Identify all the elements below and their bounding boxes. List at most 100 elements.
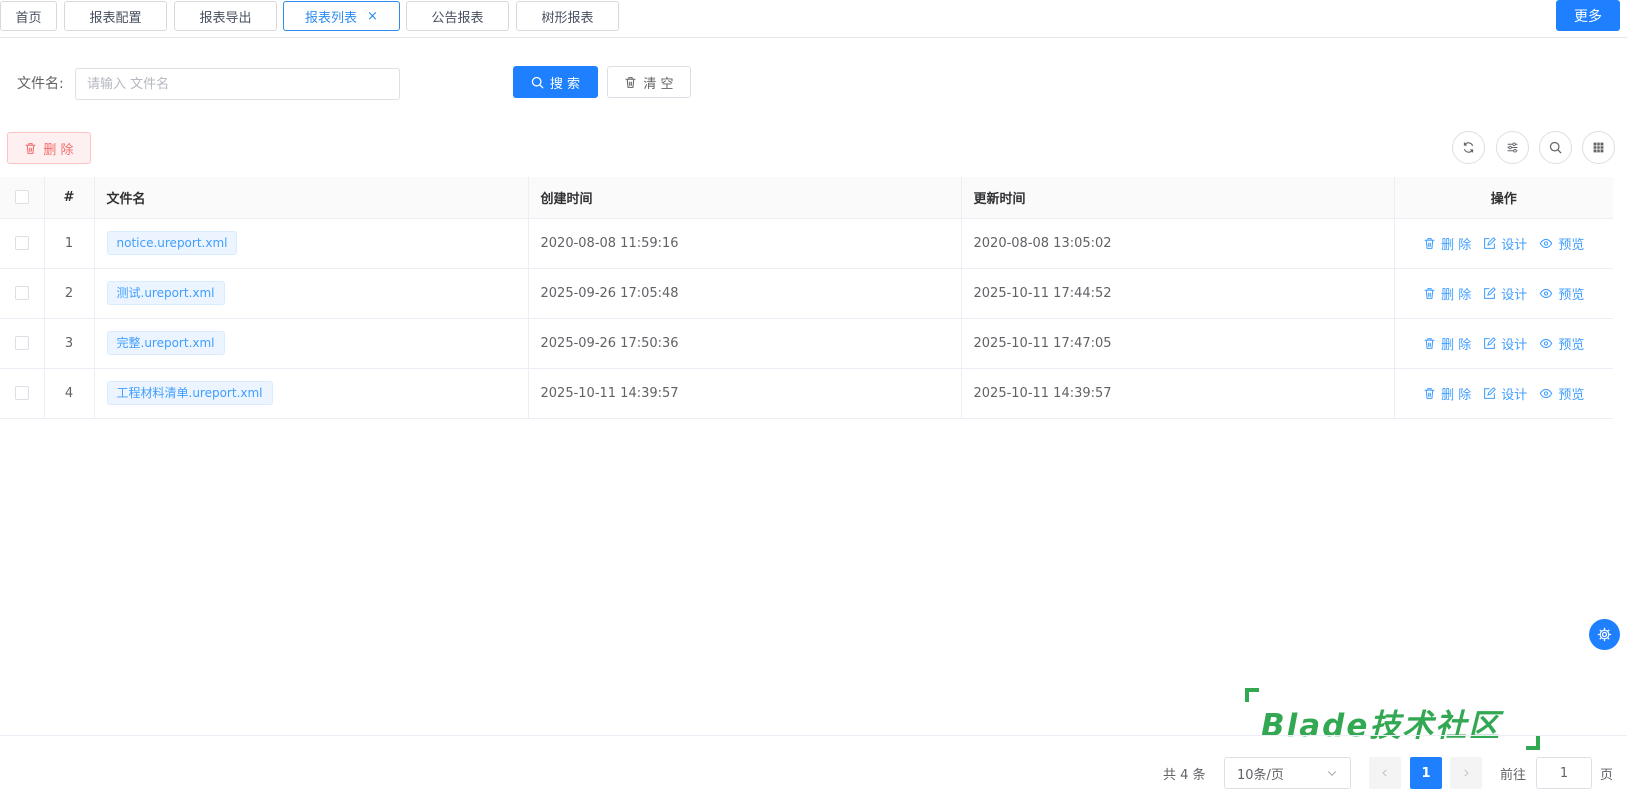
row-select-cell (0, 268, 45, 319)
design-action-label: 设计 (1501, 387, 1528, 403)
goto-page-input[interactable] (1536, 757, 1592, 789)
preview-action[interactable]: 预览 (1539, 284, 1584, 303)
filter-settings-button[interactable] (1496, 131, 1529, 164)
select-all-checkbox[interactable] (14, 190, 29, 205)
row-created: 2025-09-26 17:50:36 (528, 318, 962, 369)
more-button[interactable]: 更多 (1556, 0, 1620, 31)
tab-report-list[interactable]: 报表列表 × (283, 1, 400, 31)
design-action[interactable]: 设计 (1483, 384, 1527, 403)
row-actions-cell: 删 除 设计 预览 (1394, 268, 1613, 319)
gear-icon (1597, 627, 1612, 642)
search-button-label: 搜 索 (549, 76, 581, 92)
row-checkbox[interactable] (14, 336, 29, 350)
row-select-cell (0, 218, 45, 269)
tab-home[interactable]: 首页 (0, 1, 57, 31)
delete-action[interactable]: 删 除 (1423, 234, 1471, 253)
file-name-label: 文件名: (17, 76, 64, 92)
tab-label: 树形报表 (541, 10, 594, 26)
preview-action[interactable]: 预览 (1539, 234, 1584, 253)
search-button[interactable]: 搜 索 (513, 66, 598, 98)
row-created: 2025-10-11 14:39:57 (528, 368, 962, 419)
preview-action[interactable]: 预览 (1539, 334, 1584, 353)
table-row: 2 测试.ureport.xml 2025-09-26 17:05:48 202… (0, 268, 1613, 319)
filter-settings-icon (1507, 142, 1518, 153)
delete-action-label: 删 除 (1441, 287, 1472, 303)
edit-icon (1484, 236, 1497, 249)
file-name-input[interactable] (75, 68, 400, 100)
delete-action[interactable]: 删 除 (1423, 284, 1471, 303)
select-all-cell (0, 177, 45, 219)
row-select-cell (0, 318, 45, 369)
col-index-header: # (44, 177, 95, 219)
table-row: 1 notice.ureport.xml 2020-08-08 11:59:16… (0, 218, 1613, 269)
delete-action[interactable]: 删 除 (1423, 384, 1471, 403)
blade-watermark-logo: Blade技术社区 (1245, 688, 1540, 750)
design-action-label: 设计 (1501, 337, 1528, 353)
row-checkbox[interactable] (14, 386, 29, 400)
design-action[interactable]: 设计 (1483, 284, 1527, 303)
edit-icon (1484, 336, 1497, 349)
col-file-header: 文件名 (94, 177, 529, 219)
clear-button-label: 清 空 (643, 76, 674, 92)
tab-report-export[interactable]: 报表导出 (174, 1, 277, 31)
preview-action-label: 预览 (1558, 237, 1585, 253)
row-file-cell: 测试.ureport.xml (94, 268, 529, 319)
trash-icon (626, 76, 636, 88)
file-name-tag[interactable]: 测试.ureport.xml (106, 281, 225, 305)
design-action[interactable]: 设计 (1483, 334, 1527, 353)
preview-action-label: 预览 (1558, 337, 1585, 353)
delete-action-label: 删 除 (1441, 337, 1472, 353)
chevron-right-icon (1464, 769, 1469, 777)
tab-tree-report[interactable]: 树形报表 (516, 1, 619, 31)
row-index: 2 (44, 268, 95, 319)
prev-page-button[interactable] (1369, 757, 1401, 789)
col-updated-header: 更新时间 (961, 177, 1395, 219)
tab-report-config[interactable]: 报表配置 (64, 1, 167, 31)
edit-icon (1484, 286, 1497, 299)
refresh-button[interactable] (1452, 131, 1485, 164)
design-action-label: 设计 (1501, 287, 1528, 303)
tab-label: 报表导出 (199, 10, 252, 26)
row-updated: 2025-10-11 17:44:52 (961, 268, 1395, 319)
table-row: 4 工程材料清单.ureport.xml 2025-10-11 14:39:57… (0, 368, 1613, 419)
file-name-tag[interactable]: 完整.ureport.xml (106, 331, 225, 355)
tab-notice-report[interactable]: 公告报表 (406, 1, 509, 31)
tab-label: 公告报表 (431, 10, 484, 26)
row-created: 2025-09-26 17:05:48 (528, 268, 962, 319)
tab-label: 报表列表 (305, 10, 358, 26)
columns-grid-icon (1593, 142, 1604, 153)
page-size-value: 10条/页 (1237, 767, 1284, 783)
delete-action[interactable]: 删 除 (1423, 334, 1471, 353)
trash-icon (1424, 337, 1435, 349)
row-index: 3 (44, 318, 95, 369)
design-action-label: 设计 (1501, 237, 1528, 253)
page-number-current[interactable]: 1 (1410, 757, 1442, 789)
refresh-icon (1463, 142, 1474, 153)
row-checkbox[interactable] (14, 286, 29, 300)
row-actions-cell: 删 除 设计 预览 (1394, 368, 1613, 419)
row-actions-cell: 删 除 设计 预览 (1394, 318, 1613, 369)
clear-button[interactable]: 清 空 (607, 66, 691, 98)
file-name-tag[interactable]: notice.ureport.xml (106, 231, 238, 255)
eye-icon (1540, 288, 1553, 298)
next-page-button[interactable] (1450, 757, 1482, 789)
preview-action[interactable]: 预览 (1539, 384, 1584, 403)
columns-button[interactable] (1582, 131, 1615, 164)
eye-icon (1540, 238, 1553, 248)
settings-float-button[interactable] (1589, 619, 1620, 650)
file-name-tag[interactable]: 工程材料清单.ureport.xml (106, 381, 273, 405)
batch-delete-button[interactable]: 删 除 (7, 132, 91, 164)
page-size-select[interactable]: 10条/页 (1224, 757, 1351, 789)
row-updated: 2025-10-11 14:39:57 (961, 368, 1395, 419)
row-actions-cell: 删 除 设计 预览 (1394, 218, 1613, 269)
row-file-cell: notice.ureport.xml (94, 218, 529, 269)
watermark-text: Blade技术社区 (1261, 708, 1502, 744)
row-updated: 2025-10-11 17:47:05 (961, 318, 1395, 369)
row-index: 4 (44, 368, 95, 419)
trash-icon (1424, 237, 1435, 249)
watermark-corner (1526, 736, 1540, 750)
design-action[interactable]: 设计 (1483, 234, 1527, 253)
close-icon[interactable]: × (367, 9, 378, 24)
search-toggle-button[interactable] (1539, 131, 1572, 164)
row-checkbox[interactable] (14, 236, 29, 250)
